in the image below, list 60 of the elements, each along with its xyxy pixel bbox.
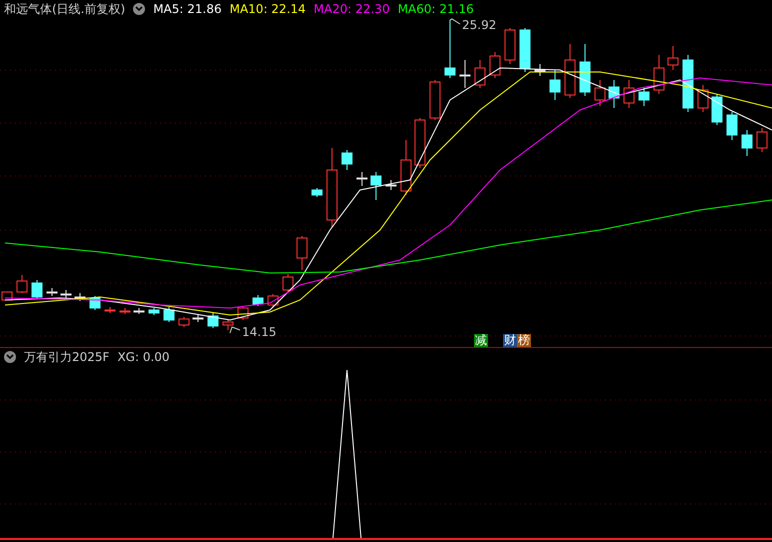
candlestick (520, 28, 530, 72)
dropdown-icon[interactable] (133, 3, 146, 15)
event-badge[interactable]: 榜 (517, 334, 531, 347)
candlestick (756, 128, 768, 152)
moving-average-label: MA60: 21.16 (398, 2, 474, 16)
indicator-reading: XG: 0.00 (117, 350, 170, 364)
indicator-title: 万有引力2025F (24, 348, 110, 366)
candlestick (312, 188, 322, 198)
event-badge[interactable]: 减 (474, 334, 488, 347)
candlestick (550, 70, 560, 100)
candlestick (654, 54, 664, 94)
moving-average-label: MA20: 22.30 (314, 2, 390, 16)
candlestick (252, 294, 264, 306)
candlestick (594, 80, 606, 106)
candlestick (534, 64, 546, 76)
candlestick (712, 94, 722, 126)
candlestick (444, 20, 456, 78)
candlestick (430, 80, 440, 120)
candlestick (608, 80, 620, 108)
candlestick (282, 274, 294, 294)
candlestick (386, 180, 396, 190)
high-price-label: 25.92 (462, 18, 496, 32)
candlestick (222, 320, 234, 330)
candlestick (414, 118, 426, 168)
dropdown-icon[interactable] (4, 351, 16, 363)
candlestick (580, 44, 590, 96)
candlestick (32, 280, 42, 300)
candlestick (698, 84, 708, 112)
candlestick (624, 80, 634, 108)
candlestick (564, 44, 576, 98)
candlestick (192, 314, 204, 322)
candlestick (370, 172, 382, 200)
moving-average-label: MA5: 21.86 (153, 2, 222, 16)
candlestick (504, 28, 516, 64)
leader-line (230, 326, 240, 334)
candlestick (342, 150, 352, 170)
candlestick (400, 140, 412, 196)
candlestick (164, 306, 174, 322)
candlestick (46, 288, 58, 296)
candlestick (460, 60, 470, 88)
candlestick (668, 46, 678, 70)
candlestick (74, 292, 86, 302)
event-badge[interactable]: 财 (503, 334, 517, 347)
moving-average-label: MA10: 22.14 (230, 2, 306, 16)
stock-title: 和远气体(日线.前复权) (4, 0, 126, 18)
candlestick (296, 236, 308, 270)
candlestick (16, 274, 28, 294)
candlestick (726, 112, 738, 140)
candlestick (148, 308, 160, 316)
candlestick (474, 60, 486, 88)
candlestick (356, 172, 368, 186)
candlestick (638, 88, 650, 106)
leader-line (450, 18, 460, 24)
candlestick (742, 130, 752, 156)
candlestick (208, 312, 218, 328)
candlestick (490, 52, 500, 78)
candlestick (178, 316, 190, 328)
candlestick (682, 54, 694, 112)
candlestick (60, 290, 72, 298)
low-price-label: 14.15 (242, 325, 276, 339)
